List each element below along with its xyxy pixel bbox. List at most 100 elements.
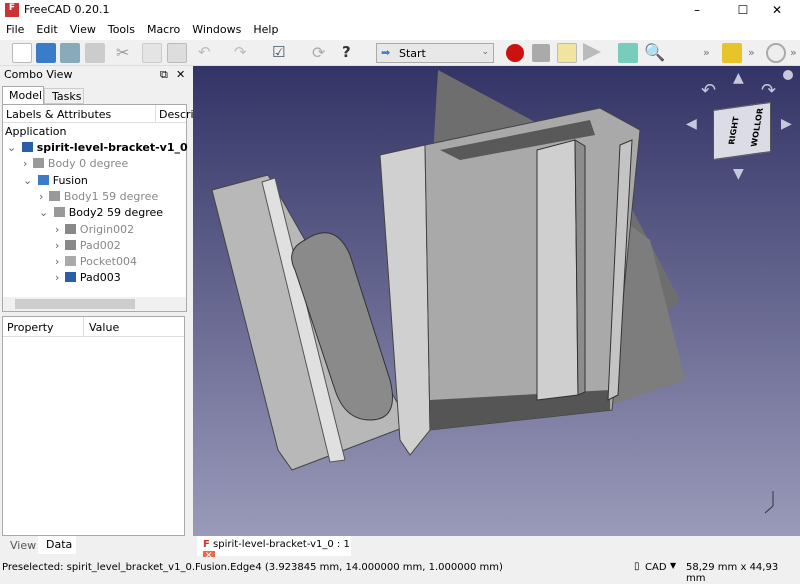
mouse-icon: ▯ bbox=[634, 561, 640, 572]
chevron-right-icon[interactable]: › bbox=[55, 271, 63, 284]
document-tab-bar: F spirit-level-bracket-v1_0 : 1 ✕ bbox=[193, 536, 800, 561]
pocket-icon bbox=[64, 256, 76, 267]
chevron-down-icon[interactable]: ⌄ bbox=[39, 206, 52, 219]
chevron-down-icon[interactable]: ⌄ bbox=[23, 174, 36, 187]
tab-data[interactable]: Data bbox=[38, 536, 76, 554]
navigation-style-selector[interactable]: CAD bbox=[645, 562, 667, 573]
close-panel-icon[interactable]: ✕ bbox=[176, 68, 185, 81]
new-file-icon[interactable] bbox=[12, 43, 32, 63]
combo-view-title: Combo View bbox=[4, 68, 73, 81]
print-icon[interactable] bbox=[85, 43, 105, 63]
chevron-right-icon[interactable]: › bbox=[55, 239, 63, 252]
menu-help[interactable]: Help bbox=[247, 20, 284, 36]
nav-down-arrow-icon[interactable]: ▼ bbox=[733, 166, 744, 182]
menu-windows[interactable]: Windows bbox=[186, 20, 247, 36]
document-icon bbox=[21, 142, 33, 152]
pad-icon bbox=[64, 239, 76, 250]
tree-item[interactable]: › Pad002 bbox=[55, 239, 121, 255]
minimize-button[interactable]: – bbox=[674, 0, 720, 20]
overflow-icon[interactable]: » bbox=[790, 46, 797, 59]
tree-header: Labels & Attributes Descrip bbox=[3, 105, 201, 123]
navcube-right-face[interactable]: WOLLOR bbox=[749, 108, 765, 147]
horizontal-scrollbar[interactable] bbox=[3, 297, 186, 311]
tree-item-label: Body2 59 degree bbox=[68, 206, 164, 220]
menu-edit[interactable]: Edit bbox=[30, 20, 63, 36]
pad-icon bbox=[64, 272, 76, 283]
tab-tasks[interactable]: Tasks bbox=[44, 88, 84, 104]
tab-model[interactable]: Model bbox=[2, 86, 44, 104]
zoom-icon[interactable]: 🔍 bbox=[644, 43, 665, 63]
nav-up-arrow-icon[interactable]: ▲ bbox=[733, 70, 744, 86]
tree-item[interactable]: › Body 0 degree bbox=[23, 157, 128, 173]
tree-item-label: Body1 59 degree bbox=[63, 189, 159, 203]
recompute-icon[interactable]: ⟳ bbox=[312, 43, 332, 63]
copy-icon[interactable] bbox=[142, 43, 162, 63]
tree-item[interactable]: › Body1 59 degree bbox=[39, 190, 158, 206]
body-icon bbox=[53, 207, 65, 218]
menu-macro[interactable]: Macro bbox=[141, 20, 186, 36]
tree-item[interactable]: ⌄ Body2 59 degree bbox=[39, 206, 163, 222]
freecad-doc-icon: F bbox=[203, 539, 210, 550]
rotate-left-icon[interactable]: ↶ bbox=[701, 80, 716, 101]
overflow-icon[interactable]: » bbox=[703, 46, 710, 59]
model-render bbox=[211, 70, 774, 514]
fusion-icon bbox=[37, 174, 49, 185]
undo-icon[interactable]: ↶ bbox=[198, 43, 218, 63]
redo-icon[interactable]: ↷ bbox=[234, 43, 254, 63]
chevron-down-icon[interactable]: ⌄ bbox=[7, 141, 20, 154]
arrow-right-icon: ➡ bbox=[381, 46, 391, 59]
float-icon[interactable]: ⧉ bbox=[160, 68, 168, 82]
cut-icon[interactable]: ✂ bbox=[116, 43, 136, 63]
tree-item-label: Pocket004 bbox=[79, 255, 137, 269]
tree-item[interactable]: ⌄ spirit-level-bracket-v1_0 bbox=[7, 141, 188, 157]
chevron-right-icon[interactable]: › bbox=[55, 223, 63, 236]
save-icon[interactable] bbox=[60, 43, 80, 63]
record-macro-icon[interactable] bbox=[506, 44, 524, 62]
open-icon[interactable] bbox=[36, 43, 56, 63]
whats-this-icon[interactable]: ? bbox=[342, 43, 362, 63]
menu-view[interactable]: View bbox=[64, 20, 102, 36]
document-tab[interactable]: F spirit-level-bracket-v1_0 : 1 ✕ bbox=[197, 536, 351, 561]
origin-icon bbox=[64, 223, 76, 234]
run-macro-icon[interactable] bbox=[583, 43, 601, 61]
rib-face bbox=[536, 139, 579, 401]
zoom-box-icon[interactable] bbox=[618, 43, 638, 63]
navigation-cube[interactable]: RIGHT WOLLOR bbox=[713, 101, 771, 161]
scrollbar-thumb[interactable] bbox=[15, 299, 135, 309]
nav-left-arrow-icon[interactable]: ◀ bbox=[686, 116, 697, 132]
tree-item[interactable]: › Pocket004 bbox=[55, 255, 137, 271]
3d-viewport[interactable]: RIGHT WOLLOR ▲ ▼ ◀ ▶ ↶ ↷ bbox=[193, 66, 800, 536]
part-workbench-icon[interactable] bbox=[722, 43, 742, 63]
status-message: Preselected: spirit_level_bracket_v1_0.F… bbox=[2, 562, 503, 573]
refresh-check-icon[interactable]: ☑ bbox=[272, 43, 292, 63]
stop-macro-icon[interactable] bbox=[532, 44, 550, 62]
chevron-right-icon[interactable]: › bbox=[23, 157, 31, 170]
tree-item[interactable]: ⌄ Fusion bbox=[23, 174, 88, 190]
nav-right-arrow-icon[interactable]: ▶ bbox=[781, 116, 792, 132]
model-tree: Labels & Attributes Descrip Application … bbox=[2, 104, 201, 312]
status-bar: Preselected: spirit_level_bracket_v1_0.F… bbox=[0, 557, 800, 584]
menu-file[interactable]: File bbox=[0, 20, 30, 36]
close-button[interactable]: ✕ bbox=[754, 0, 800, 20]
navcube-menu-icon[interactable] bbox=[783, 70, 793, 80]
combo-view-header: Combo View ⧉ ✕ bbox=[4, 68, 186, 84]
application-label: Application bbox=[5, 125, 67, 138]
std-view-icon[interactable] bbox=[766, 43, 786, 63]
tree-item[interactable]: › Pad003 bbox=[55, 271, 121, 287]
chevron-right-icon[interactable]: › bbox=[55, 255, 63, 268]
tree-item[interactable]: › Origin002 bbox=[55, 223, 134, 239]
chevron-down-icon: ⌄ bbox=[481, 47, 489, 57]
navcube-front-face[interactable]: RIGHT bbox=[727, 116, 741, 144]
menu-tools[interactable]: Tools bbox=[102, 20, 141, 36]
overflow-icon[interactable]: » bbox=[748, 46, 755, 59]
chevron-down-icon[interactable]: ▼ bbox=[670, 561, 676, 570]
paste-icon[interactable] bbox=[167, 43, 187, 63]
tab-view[interactable]: View bbox=[4, 537, 42, 554]
tree-item-label: Pad003 bbox=[79, 271, 121, 285]
chevron-right-icon[interactable]: › bbox=[39, 190, 47, 203]
title-bar: F FreeCAD 0.20.1 – ☐ ✕ bbox=[0, 0, 800, 20]
rotate-right-icon[interactable]: ↷ bbox=[761, 80, 776, 101]
freecad-logo-icon: F bbox=[5, 3, 19, 17]
workbench-selector[interactable]: ➡ Start ⌄ bbox=[376, 43, 494, 63]
macro-edit-icon[interactable] bbox=[557, 43, 577, 63]
